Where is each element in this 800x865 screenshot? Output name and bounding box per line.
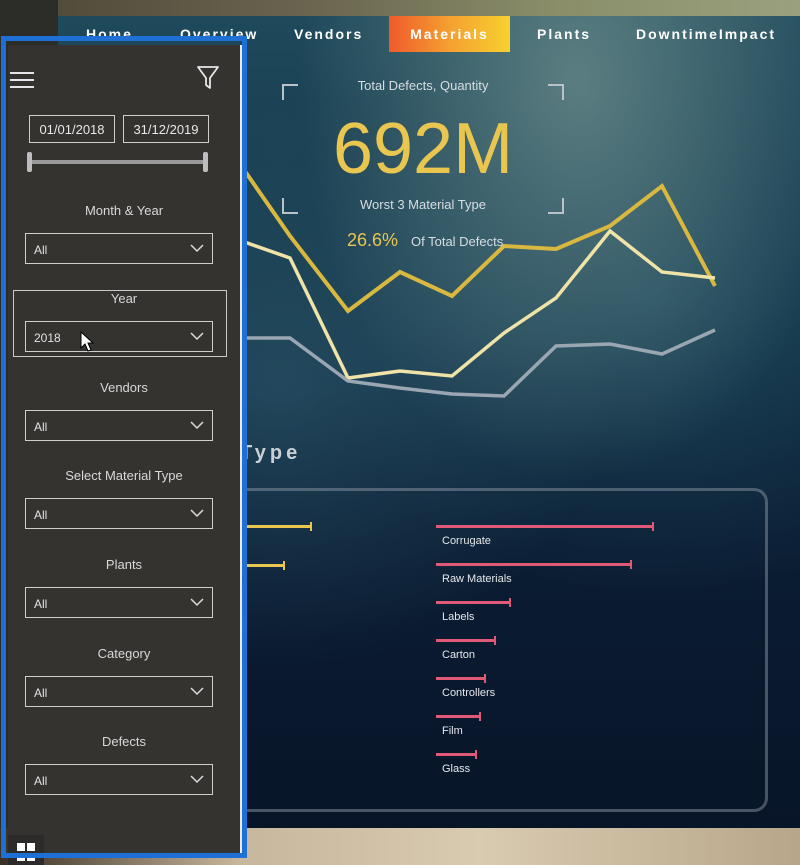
material-bar[interactable]	[436, 750, 477, 759]
kpi-percent-label: Of Total Defects	[411, 234, 504, 249]
background-frame-top	[0, 0, 800, 16]
vendors-value: All	[34, 420, 48, 434]
date-slider-start-handle[interactable]	[27, 152, 32, 172]
material-bar[interactable]	[436, 636, 496, 645]
material-bar-label: Film	[442, 725, 463, 737]
material-bar[interactable]	[436, 674, 486, 683]
kpi-percent: 26.6%	[347, 230, 399, 250]
month-year-dropdown[interactable]: All	[25, 233, 213, 264]
hamburger-icon[interactable]	[10, 72, 34, 90]
year-label: Year	[110, 291, 138, 306]
material-bar[interactable]	[436, 560, 632, 569]
category-value: All	[34, 686, 48, 700]
chevron-down-icon	[190, 419, 204, 433]
vendors-label: Vendors	[100, 380, 148, 395]
date-slider-end-handle[interactable]	[203, 152, 208, 172]
category-label: Category	[97, 646, 151, 661]
material-bar-label: Corrugate	[442, 535, 491, 547]
material-type-dropdown[interactable]: All	[25, 498, 213, 529]
material-bar-label: Controllers	[442, 687, 496, 699]
material-bar[interactable]	[436, 522, 654, 531]
material-bar-label: Labels	[442, 611, 475, 623]
category-dropdown[interactable]: All	[25, 676, 213, 707]
year-value: 2018	[34, 331, 61, 345]
chevron-down-icon	[190, 596, 204, 610]
kpi-corner-bl	[282, 198, 298, 214]
end-date-input[interactable]: 31/12/2019	[123, 115, 209, 143]
windows-start-button[interactable]	[8, 835, 44, 865]
kpi-value: 692M	[332, 109, 514, 189]
material-type-label: Select Material Type	[65, 468, 183, 483]
chevron-down-icon	[190, 242, 204, 256]
plants-label: Plants	[105, 557, 143, 572]
chevron-down-icon	[190, 773, 204, 787]
kpi-corner-tl	[282, 84, 298, 100]
filter-pane-edge	[240, 45, 242, 857]
plants-value: All	[34, 597, 48, 611]
kpi-corner-br	[548, 198, 564, 214]
start-date-input[interactable]: 01/01/2018	[29, 115, 115, 143]
defects-value: All	[34, 774, 48, 788]
chevron-down-icon	[190, 507, 204, 521]
kpi-subtitle: Worst 3 Material Type	[360, 197, 486, 212]
kpi-corner-tr	[548, 84, 564, 100]
material-type-value: All	[34, 508, 48, 522]
date-range-slider[interactable]	[30, 160, 206, 164]
windows-start-icon	[17, 843, 35, 861]
kpi-title: Total Defects, Quantity	[357, 78, 489, 93]
mouse-pointer-icon	[80, 330, 96, 358]
month-year-value: All	[34, 243, 48, 257]
funnel-icon[interactable]	[196, 65, 220, 96]
plants-dropdown[interactable]: All	[25, 587, 213, 618]
chevron-down-icon	[190, 685, 204, 699]
chevron-down-icon	[190, 330, 204, 344]
material-bar-label: Carton	[442, 649, 476, 661]
line-series-grey	[233, 328, 716, 398]
material-bar-label: Glass	[442, 763, 471, 775]
vendors-dropdown[interactable]: All	[25, 410, 213, 441]
material-bar[interactable]	[436, 598, 511, 607]
month-year-label: Month & Year	[84, 203, 164, 218]
section-title: Type	[240, 442, 302, 464]
material-bar-label: Raw Materials	[442, 573, 512, 585]
defects-dropdown[interactable]: All	[25, 764, 213, 795]
material-bar[interactable]	[436, 712, 481, 721]
defects-label: Defects	[101, 734, 147, 749]
year-dropdown[interactable]: 2018	[25, 321, 213, 352]
